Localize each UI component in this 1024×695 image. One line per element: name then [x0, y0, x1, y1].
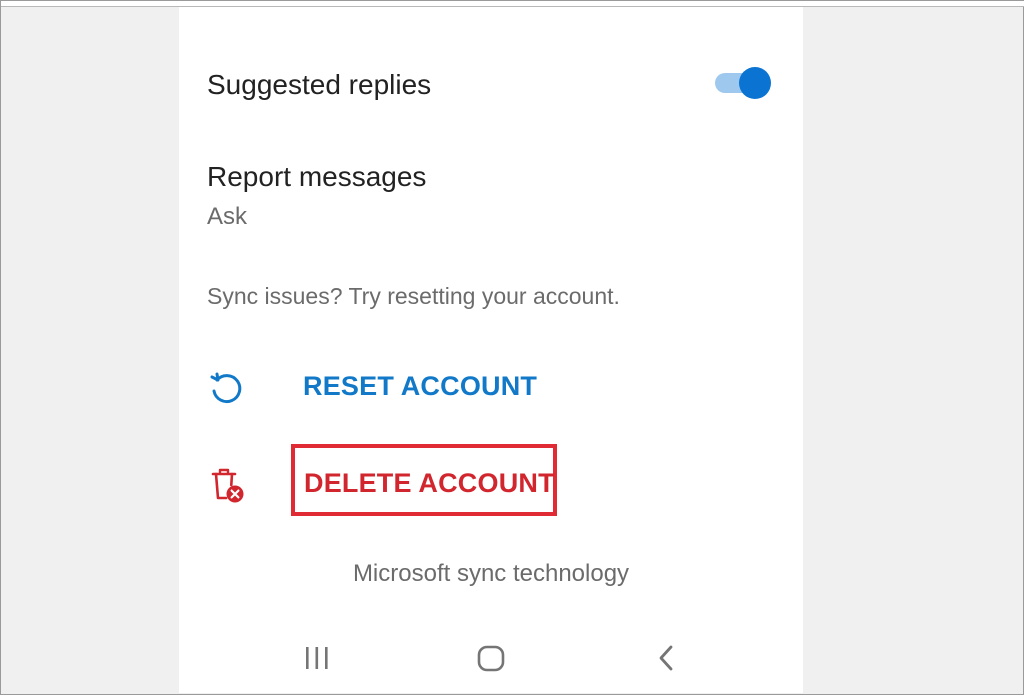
- report-messages-label: Report messages: [207, 161, 427, 192]
- footer-text: Microsoft sync technology: [352, 560, 630, 587]
- delete-account-icon: [211, 468, 244, 503]
- report-messages-item[interactable]: Report messages Ask: [179, 153, 803, 233]
- suggested-replies-toggle[interactable]: [715, 67, 771, 99]
- home-icon[interactable]: [475, 643, 507, 675]
- recent-apps-icon[interactable]: [301, 645, 333, 673]
- toggle-knob: [739, 67, 771, 99]
- suggested-replies-label: Suggested replies: [207, 69, 432, 100]
- report-messages-value: Ask: [207, 203, 248, 230]
- sync-hint-text: Sync issues? Try resetting your account.: [207, 283, 620, 309]
- reset-icon: [210, 372, 242, 404]
- phone-screen: Suggested replies Report messages Ask Sy…: [179, 7, 803, 693]
- delete-account-button[interactable]: DELETE ACCOUNT: [304, 468, 555, 499]
- back-icon[interactable]: [655, 643, 679, 675]
- reset-account-button[interactable]: RESET ACCOUNT: [303, 371, 537, 402]
